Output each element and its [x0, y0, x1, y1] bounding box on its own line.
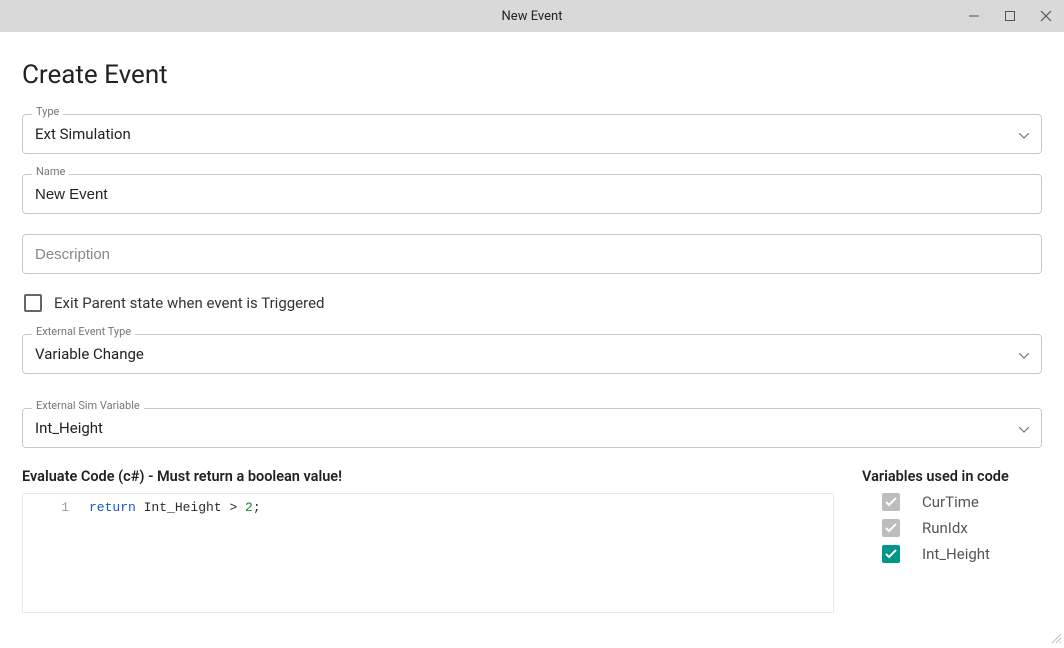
variable-checkbox	[882, 519, 900, 537]
window-controls	[956, 0, 1064, 32]
type-select[interactable]: Ext Simulation	[22, 114, 1042, 154]
ext-event-type-label: External Event Type	[32, 326, 135, 337]
code-gutter: 1	[23, 494, 81, 612]
minimize-icon	[968, 10, 980, 22]
ext-sim-var-select[interactable]: Int_Height	[22, 408, 1042, 448]
check-icon	[885, 523, 897, 533]
name-input-wrapper	[22, 174, 1042, 214]
chevron-down-icon	[1019, 345, 1029, 363]
code-number: 2	[245, 500, 253, 515]
code-token: >	[222, 500, 245, 515]
code-token: Int_Height	[144, 500, 222, 515]
evaluate-section: Evaluate Code (c#) - Must return a boole…	[22, 468, 1042, 613]
description-field	[22, 234, 1042, 274]
name-field: Name	[22, 174, 1042, 214]
name-label: Name	[32, 166, 69, 177]
variable-checkbox	[882, 493, 900, 511]
window-title: New Event	[502, 9, 563, 24]
description-input[interactable]	[35, 246, 1029, 263]
exit-parent-checkbox[interactable]	[24, 294, 42, 312]
variable-checkbox[interactable]	[882, 545, 900, 563]
check-icon	[885, 549, 897, 559]
variable-label: CurTime	[922, 493, 979, 511]
chevron-down-icon	[1019, 125, 1029, 143]
line-number: 1	[31, 500, 69, 515]
code-token: ;	[253, 500, 261, 515]
evaluate-code-column: Evaluate Code (c#) - Must return a boole…	[22, 468, 834, 613]
variable-row[interactable]: Int_Height	[882, 545, 1042, 563]
variable-label: RunIdx	[922, 519, 968, 537]
type-value: Ext Simulation	[35, 125, 131, 143]
check-icon	[885, 497, 897, 507]
maximize-icon	[1004, 10, 1016, 22]
ext-event-type-value: Variable Change	[35, 345, 144, 363]
type-field: Type Ext Simulation	[22, 114, 1042, 154]
code-keyword: return	[89, 500, 136, 515]
window-titlebar: New Event	[0, 0, 1064, 32]
exit-parent-label: Exit Parent state when event is Triggere…	[54, 294, 324, 312]
window-close-button[interactable]	[1028, 0, 1064, 32]
description-input-wrapper	[22, 234, 1042, 274]
window-minimize-button[interactable]	[956, 0, 992, 32]
exit-parent-checkbox-row[interactable]: Exit Parent state when event is Triggere…	[24, 294, 1042, 312]
content-scroll-area[interactable]: Create Event Type Ext Simulation Name Ex…	[0, 32, 1064, 646]
page-title: Create Event	[22, 60, 1042, 90]
type-label: Type	[32, 106, 63, 117]
variable-label: Int_Height	[922, 545, 990, 563]
close-icon	[1040, 10, 1052, 22]
variables-column: Variables used in code CurTime RunIdx Int_…	[862, 468, 1042, 571]
code-editor[interactable]: 1 return Int_Height > 2;	[22, 493, 834, 613]
variables-title: Variables used in code	[862, 468, 1042, 485]
ext-event-type-field: External Event Type Variable Change	[22, 334, 1042, 374]
ext-sim-var-field: External Sim Variable Int_Height	[22, 408, 1042, 448]
window-maximize-button[interactable]	[992, 0, 1028, 32]
chevron-down-icon	[1019, 419, 1029, 437]
ext-sim-var-value: Int_Height	[35, 419, 103, 437]
variable-row: CurTime	[882, 493, 1042, 511]
code-token	[136, 500, 144, 515]
variable-row: RunIdx	[882, 519, 1042, 537]
ext-sim-var-label: External Sim Variable	[32, 400, 144, 411]
ext-event-type-select[interactable]: Variable Change	[22, 334, 1042, 374]
name-input[interactable]	[35, 186, 1029, 203]
evaluate-code-title: Evaluate Code (c#) - Must return a boole…	[22, 468, 834, 485]
code-body[interactable]: return Int_Height > 2;	[81, 494, 833, 612]
